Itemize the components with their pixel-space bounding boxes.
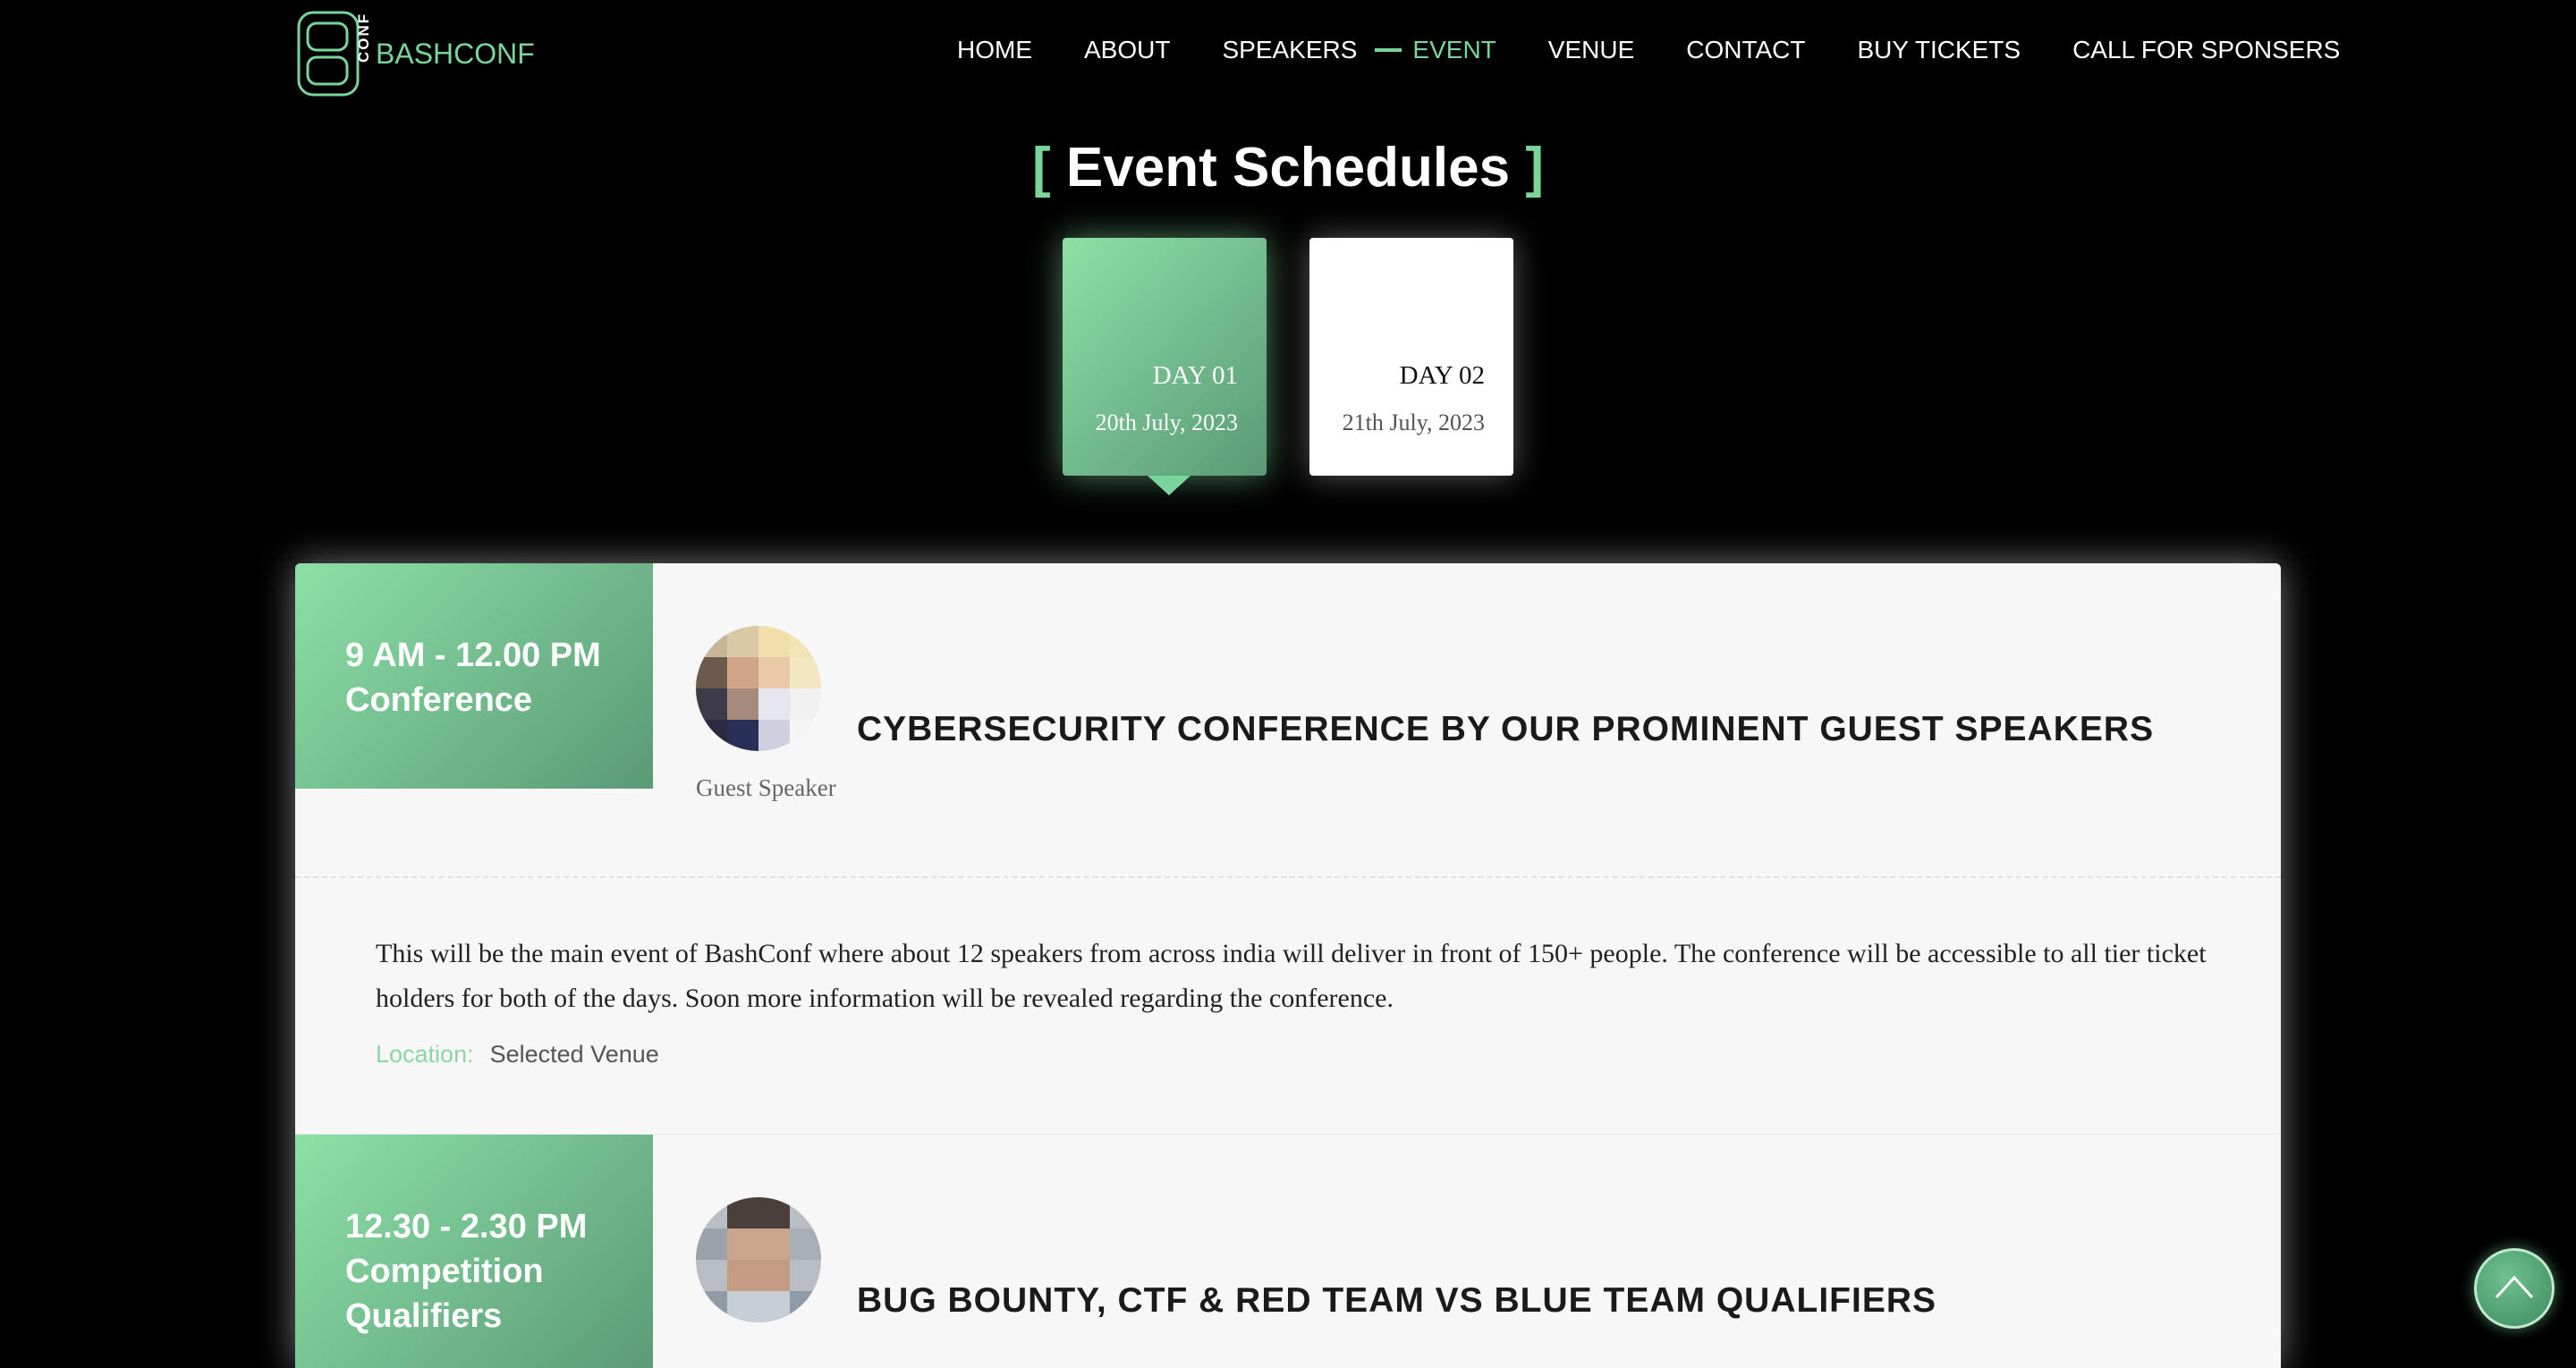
brand-name: BASHCONF xyxy=(376,37,535,70)
event-title[interactable]: BUG BOUNTY, CTF & RED TEAM VS BLUE TEAM … xyxy=(857,1281,1936,1321)
speaker-avatar xyxy=(696,626,821,751)
nav-speakers-label: SPEAKERS xyxy=(1222,36,1358,63)
logo-mark-letters: CONF xyxy=(355,13,372,63)
location-value: Selected Venue xyxy=(489,1041,659,1068)
day-tab-2[interactable]: DAY 02 21th July, 2023 xyxy=(1309,238,1513,476)
day-tab-2-date: 21th July, 2023 xyxy=(1342,410,1485,435)
nav-buy-tickets[interactable]: BUY TICKETS xyxy=(1858,36,2021,64)
nav-call-for-sponsers[interactable]: CALL FOR SPONSERS xyxy=(2072,36,2340,64)
day-tab-1[interactable]: DAY 01 20th July, 2023 xyxy=(1063,238,1267,476)
chevron-up-icon xyxy=(2495,1275,2534,1299)
time-slot-category: Competition Qualifiers xyxy=(345,1253,544,1335)
schedule-item[interactable]: 12.30 - 2.30 PM Competition Qualifiers B… xyxy=(295,1134,2281,1368)
nav-speakers[interactable]: SPEAKERS xyxy=(1222,36,1357,64)
time-slot-time: 12.30 - 2.30 PM xyxy=(345,1208,588,1246)
divider xyxy=(295,876,2281,878)
nav-contact-label: CONTACT xyxy=(1686,36,1806,63)
time-slot-time: 9 AM - 12.00 PM xyxy=(345,637,601,674)
event-title[interactable]: CYBERSECURITY CONFERENCE BY OUR PROMINEN… xyxy=(857,710,2154,749)
brand-logo[interactable]: CONF BASHCONF xyxy=(295,7,535,100)
day-tab-1-label: DAY 01 xyxy=(1152,361,1238,390)
title-bracket-open: [ xyxy=(1032,137,1051,198)
nav-event[interactable]: EVENT xyxy=(1375,36,1496,64)
scroll-to-top-button[interactable] xyxy=(2474,1248,2555,1329)
section-title-text: Event Schedules xyxy=(1065,137,1511,198)
nav-venue[interactable]: VENUE xyxy=(1548,36,1634,64)
nav-buy-tickets-label: BUY TICKETS xyxy=(1857,36,2021,63)
nav-venue-label: VENUE xyxy=(1547,36,1635,63)
time-slot: 9 AM - 12.00 PM Conference xyxy=(295,563,653,789)
nav-about[interactable]: ABOUT xyxy=(1084,36,1170,64)
nav-home[interactable]: HOME xyxy=(957,36,1032,64)
active-indicator xyxy=(1375,48,1402,52)
nav-contact[interactable]: CONTACT xyxy=(1686,36,1805,64)
schedule-list: 9 AM - 12.00 PM Conference CYBERSECURITY… xyxy=(295,563,2281,1368)
time-slot: 12.30 - 2.30 PM Competition Qualifiers xyxy=(295,1135,653,1368)
time-slot-category: Conference xyxy=(345,681,533,719)
event-description: This will be the main event of BashConf … xyxy=(376,939,2207,1013)
nav-about-label: ABOUT xyxy=(1084,36,1171,63)
section-title: [ Event Schedules ] xyxy=(0,136,2576,199)
nav-home-label: HOME xyxy=(957,36,1032,63)
nav-call-for-sponsers-label: CALL FOR SPONSERS xyxy=(2072,36,2341,63)
title-bracket-close: ] xyxy=(1525,137,1544,198)
event-location: Location: Selected Venue xyxy=(376,1041,659,1068)
nav-event-label: EVENT xyxy=(1412,36,1496,63)
top-navigation: CONF BASHCONF HOME ABOUT SPEAKERS EVENT … xyxy=(0,0,2576,107)
active-tab-pointer xyxy=(1148,476,1191,495)
location-label: Location: xyxy=(376,1041,474,1068)
main-menu: HOME ABOUT SPEAKERS EVENT VENUE CONTACT … xyxy=(957,36,2340,64)
day-tab-1-date: 20th July, 2023 xyxy=(1095,410,1238,435)
speaker-role: Guest Speaker xyxy=(696,774,836,801)
day-tab-2-label: DAY 02 xyxy=(1399,361,1485,390)
logo-mark-icon: CONF xyxy=(295,9,376,98)
speaker-avatar xyxy=(696,1197,821,1322)
